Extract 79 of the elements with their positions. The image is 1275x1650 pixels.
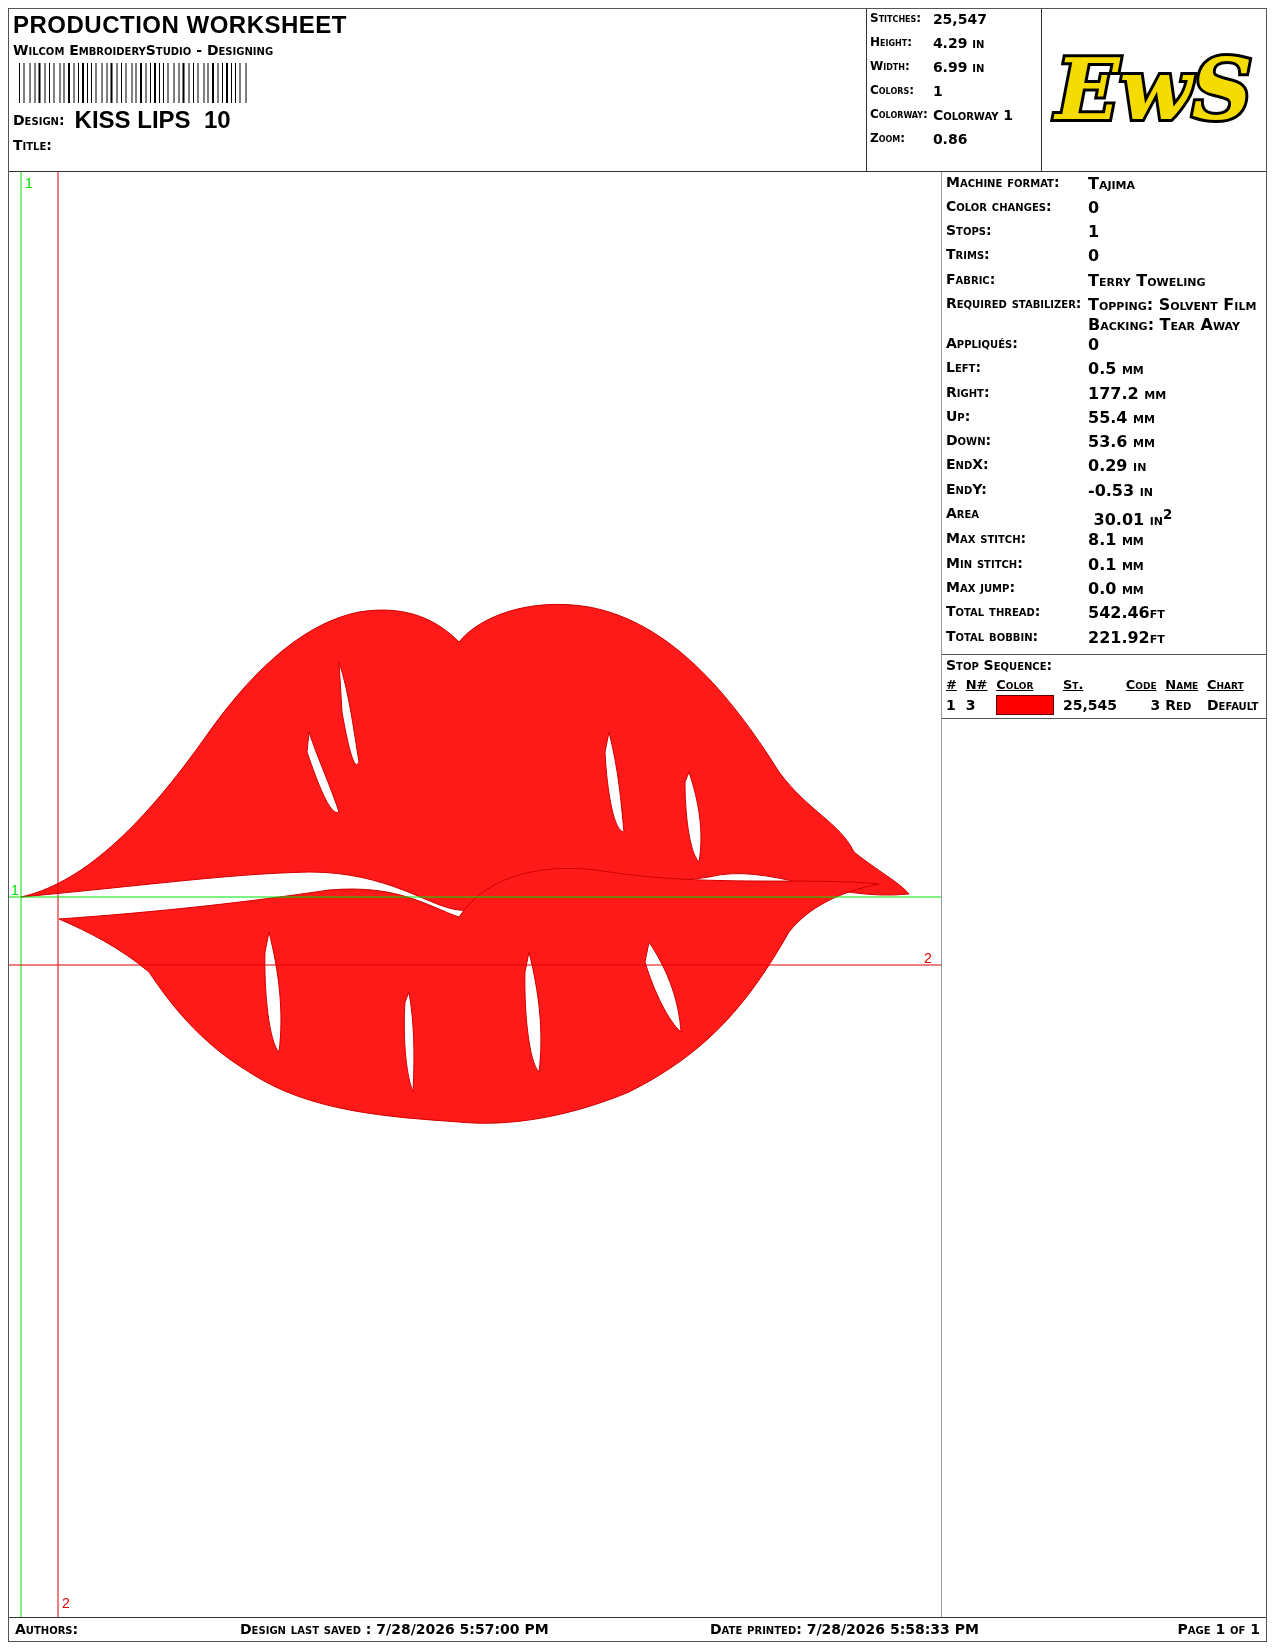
guide-number: 2: [62, 1594, 70, 1611]
detail-value: 0.5 mm: [1088, 359, 1145, 380]
detail-label: EndX:: [946, 456, 990, 475]
detail-label: Up:: [946, 407, 972, 426]
summary-value: 6.99 in: [932, 59, 986, 77]
detail-label: Max stitch:: [946, 530, 1028, 549]
summary-value: 0.86: [932, 131, 969, 149]
title-label: Title:: [13, 137, 52, 153]
detail-value: 542.46ft: [1088, 603, 1166, 624]
table-cell-text: 3: [1149, 696, 1161, 713]
column-header: #: [946, 676, 958, 692]
column-header: N#: [965, 676, 989, 692]
summary-label: Colorway:: [870, 107, 928, 123]
detail-value: 1: [1088, 222, 1101, 243]
guide-number: 1: [11, 881, 19, 898]
detail-value: 0: [1088, 335, 1101, 355]
detail-value: 0: [1088, 197, 1101, 218]
detail-label: EndY:: [946, 480, 988, 499]
detail-label: Max jump:: [946, 579, 1016, 597]
detail-value: 221.92ft: [1088, 627, 1166, 648]
detail-label: Left:: [946, 359, 982, 378]
summary-value: 1: [932, 83, 944, 101]
last-saved-date: Design last saved : 7/28/2026 5:57:00 PM: [240, 1621, 550, 1638]
detail-value: -0.53 in: [1088, 480, 1154, 501]
table-cell-text: 3: [965, 696, 977, 713]
detail-value: 0.1 mm: [1088, 554, 1145, 575]
table-cell-text: 1: [946, 696, 957, 713]
summary-value: 4.29 in: [932, 35, 986, 53]
detail-label: Stops:: [946, 222, 993, 241]
summary-value: Colorway 1: [932, 107, 1015, 125]
detail-label: Min stitch:: [946, 554, 1024, 573]
detail-label: Trims:: [946, 246, 991, 265]
detail-value: 177.2 mm: [1088, 383, 1168, 404]
detail-label: Total thread:: [946, 603, 1042, 622]
detail-label: Area: [946, 505, 981, 524]
detail-value: Terry Toweling: [1088, 270, 1207, 291]
detail-value: 0.29 in: [1088, 456, 1148, 477]
design-name: KISS LIPS 10: [74, 106, 231, 134]
column-header: St.: [1062, 676, 1085, 692]
column-header: Code: [1125, 676, 1158, 692]
summary-label: Colors:: [870, 83, 915, 99]
detail-label: Required stabilizer:: [946, 295, 1083, 313]
worksheet-title: PRODUCTION WORKSHEET: [13, 11, 347, 39]
detail-label: Fabric:: [946, 270, 997, 289]
detail-value: 0: [1088, 246, 1101, 267]
summary-label: Stitches:: [870, 11, 923, 27]
detail-label: Total bobbin:: [946, 627, 1040, 646]
detail-value: 0.0 mm: [1088, 579, 1145, 599]
detail-value: Backing: Tear Away: [1088, 315, 1242, 335]
design-label: Design:: [13, 112, 65, 128]
page-number: Page 1 of 1: [1177, 1621, 1260, 1638]
summary-label: Zoom:: [870, 131, 907, 147]
table-cell-text: 25,545: [1062, 696, 1118, 713]
detail-label: Appliqués:: [946, 335, 1019, 353]
detail-value: 8.1 mm: [1088, 530, 1145, 551]
software-name: Wilcom EmbroideryStudio - Designing: [13, 42, 274, 58]
logo: EwS: [1055, 47, 1253, 132]
detail-value: 55.4 mm: [1088, 407, 1156, 428]
detail-value: Topping: Solvent Film: [1088, 295, 1258, 315]
table-cell-text: Default: [1207, 696, 1260, 713]
summary-label: Height:: [870, 35, 913, 51]
detail-label: Color changes:: [946, 197, 1053, 216]
detail-value: 53.6 mm: [1088, 432, 1156, 453]
detail-label: Machine format:: [946, 173, 1061, 192]
detail-value: 30.01 in$^{2}$: [1092, 506, 1174, 531]
column-header: Color: [996, 676, 1035, 692]
authors-label: Authors:: [15, 1621, 80, 1638]
detail-label: Right:: [946, 383, 991, 402]
summary-value: 25,547: [932, 11, 988, 29]
detail-value: Tajima: [1088, 173, 1137, 194]
stop-sequence-title: Stop Sequence:: [946, 656, 1054, 673]
detail-label: Down:: [946, 432, 993, 451]
printed-date: Date printed: 7/28/2026 5:58:33 PM: [710, 1621, 980, 1638]
summary-label: Width:: [870, 59, 911, 75]
column-header: Chart: [1207, 676, 1245, 692]
column-header: Name: [1165, 676, 1200, 692]
guide-number: 2: [924, 949, 932, 966]
guide-number: 1: [25, 174, 33, 191]
table-cell-text: Red: [1165, 696, 1193, 713]
